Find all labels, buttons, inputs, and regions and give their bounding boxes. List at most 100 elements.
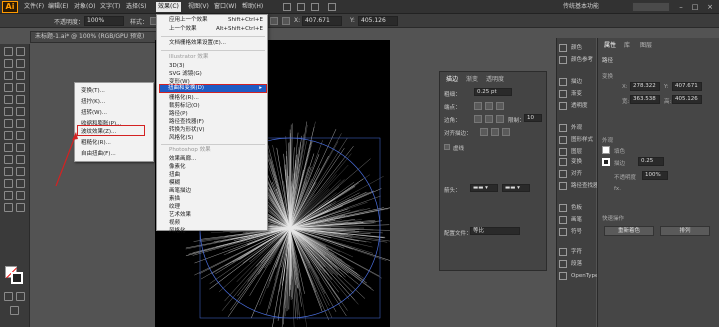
gpu-icon[interactable] — [328, 3, 336, 11]
dashed-checkbox[interactable] — [444, 144, 450, 150]
selection-tool-icon[interactable] — [4, 47, 13, 56]
magic-wand-tool-icon[interactable] — [4, 59, 13, 68]
menu-item-stylize[interactable]: 风格化(S) — [169, 135, 193, 142]
close-icon[interactable]: × — [705, 2, 715, 12]
align-icon[interactable] — [270, 17, 278, 25]
panel-btn-symbols[interactable]: 符号 — [559, 228, 597, 237]
menu-item-tweak[interactable]: 扭拧(K)... — [81, 98, 105, 106]
menu-item-roughen[interactable]: 粗糙化(R)... — [81, 139, 111, 147]
hand-tool-icon[interactable] — [4, 203, 13, 212]
menu-item-effect-gallery[interactable]: 效果画廊... — [169, 156, 196, 163]
bridge-icon[interactable] — [283, 3, 291, 11]
eraser-tool-icon[interactable] — [16, 107, 25, 116]
align-outside-icon[interactable] — [502, 128, 510, 136]
stroke-color-swatch[interactable] — [602, 158, 610, 166]
curvature-tool-icon[interactable] — [16, 71, 25, 80]
miter-join-icon[interactable] — [474, 115, 482, 123]
menu-item-free-distort[interactable]: 自由扭曲(F)... — [81, 150, 116, 158]
menu-effect[interactable]: 效果(C) — [156, 2, 181, 12]
panel-btn-gradient[interactable]: 渐变 — [559, 90, 597, 99]
x-input[interactable]: 407.671 — [302, 16, 342, 26]
perspective-grid-tool-icon[interactable] — [16, 143, 25, 152]
panel-btn-color[interactable]: 颜色 — [559, 44, 597, 53]
menu-item-last-effect[interactable]: 上一个效果 — [169, 26, 197, 33]
opacity-input[interactable]: 100% — [84, 16, 124, 26]
menu-item-pixelate[interactable]: 像素化 — [169, 164, 186, 171]
menu-item-pathfinder[interactable]: 路径查找器(F) — [169, 119, 204, 126]
menu-item-sketch[interactable]: 素描 — [169, 196, 180, 203]
fill-color-swatch[interactable] — [602, 146, 610, 154]
symbol-sprayer-tool-icon[interactable] — [4, 179, 13, 188]
scale-tool-icon[interactable] — [16, 119, 25, 128]
menu-item-3d[interactable]: 3D(3) — [169, 63, 185, 70]
menu-item-blur[interactable]: 模糊 — [169, 180, 180, 187]
x-field[interactable]: 278.322 — [630, 82, 660, 91]
slice-tool-icon[interactable] — [16, 191, 25, 200]
weight-input[interactable]: 0.25 pt — [474, 88, 512, 96]
round-cap-icon[interactable] — [485, 102, 493, 110]
direct-selection-tool-icon[interactable] — [16, 47, 25, 56]
align-center-icon[interactable] — [480, 128, 488, 136]
panel-btn-paragraph[interactable]: 段落 — [559, 260, 597, 269]
tab-libraries[interactable]: 库 — [624, 40, 630, 49]
menu-item-ps-stylize[interactable]: 风格化 — [169, 228, 186, 235]
menu-item-doc-raster[interactable]: 文档栅格效果设置(E)... — [169, 40, 226, 47]
transform-icon[interactable] — [282, 17, 290, 25]
panel-btn-stroke[interactable]: 描边 — [559, 78, 597, 87]
panel-btn-swatches[interactable]: 色板 — [559, 204, 597, 213]
opacity-field[interactable]: 100% — [642, 171, 668, 180]
menu-item-distort-transform[interactable]: 扭曲和变换(D) ▸ — [159, 84, 267, 93]
workspace-switcher[interactable]: 传统基本功能 — [563, 2, 633, 12]
menu-edit[interactable]: 编辑(E) — [46, 2, 70, 12]
pen-tool-icon[interactable] — [4, 71, 13, 80]
tab-stroke[interactable]: 描边 — [446, 74, 458, 83]
width-field[interactable]: 363.538 — [630, 95, 660, 104]
menu-item-apply-last[interactable]: 应用上一个效果 — [169, 17, 208, 24]
menu-item-path[interactable]: 路径(P) — [169, 111, 188, 118]
search-input[interactable] — [632, 2, 670, 12]
draw-mode-icon[interactable] — [10, 306, 19, 315]
rectangle-tool-icon[interactable] — [4, 95, 13, 104]
y-field[interactable]: 407.671 — [672, 82, 702, 91]
shape-builder-tool-icon[interactable] — [4, 143, 13, 152]
limit-input[interactable]: 10 — [524, 114, 542, 122]
tab-transparency[interactable]: 透明度 — [486, 74, 504, 83]
menu-item-brush-strokes[interactable]: 画笔描边 — [169, 188, 191, 195]
menu-item-texture[interactable]: 纹理 — [169, 204, 180, 211]
bevel-join-icon[interactable] — [496, 115, 504, 123]
artboard-tool-icon[interactable] — [4, 191, 13, 200]
panel-btn-graphic-styles[interactable]: 图形样式 — [559, 136, 597, 145]
y-input[interactable]: 405.126 — [358, 16, 398, 26]
minimize-icon[interactable]: – — [676, 2, 686, 12]
stock-icon[interactable] — [297, 3, 305, 11]
panel-btn-brushes[interactable]: 画笔 — [559, 216, 597, 225]
lasso-tool-icon[interactable] — [16, 59, 25, 68]
arrange-docs-icon[interactable] — [311, 3, 319, 11]
profile-select[interactable]: 等比 — [470, 227, 520, 235]
gradient-mode-icon[interactable] — [16, 292, 25, 301]
paintbrush-tool-icon[interactable] — [16, 95, 25, 104]
gradient-tool-icon[interactable] — [16, 155, 25, 164]
square-cap-icon[interactable] — [496, 102, 504, 110]
butt-cap-icon[interactable] — [474, 102, 482, 110]
arrange-button[interactable]: 排列 — [660, 226, 710, 236]
width-tool-icon[interactable] — [4, 131, 13, 140]
mesh-tool-icon[interactable] — [4, 155, 13, 164]
menu-item-crop-marks[interactable]: 裁剪标记(O) — [169, 103, 200, 110]
shaper-tool-icon[interactable] — [4, 107, 13, 116]
menu-view[interactable]: 视图(V) — [186, 2, 211, 12]
menu-item-svg-filters[interactable]: SVG 滤镜(G) — [169, 71, 202, 78]
zoom-tool-icon[interactable] — [16, 203, 25, 212]
menu-help[interactable]: 帮助(H) — [240, 2, 265, 12]
menu-file[interactable]: 文件(F) — [22, 2, 46, 12]
height-field[interactable]: 405.126 — [672, 95, 702, 104]
blend-tool-icon[interactable] — [16, 167, 25, 176]
menu-item-artistic[interactable]: 艺术效果 — [169, 212, 191, 219]
end-arrow-select[interactable]: ▬▬ ▾ — [502, 184, 530, 192]
color-mode-icon[interactable] — [4, 292, 13, 301]
panel-btn-pathfinder[interactable]: 路径查找器 — [559, 182, 599, 191]
free-transform-tool-icon[interactable] — [16, 131, 25, 140]
menu-item-rasterize[interactable]: 栅格化(R)... — [169, 95, 199, 102]
document-tab[interactable]: 未标题-1.ai* @ 100% (RGB/GPU 预览) × — [30, 31, 170, 43]
menu-window[interactable]: 窗口(W) — [212, 2, 239, 12]
